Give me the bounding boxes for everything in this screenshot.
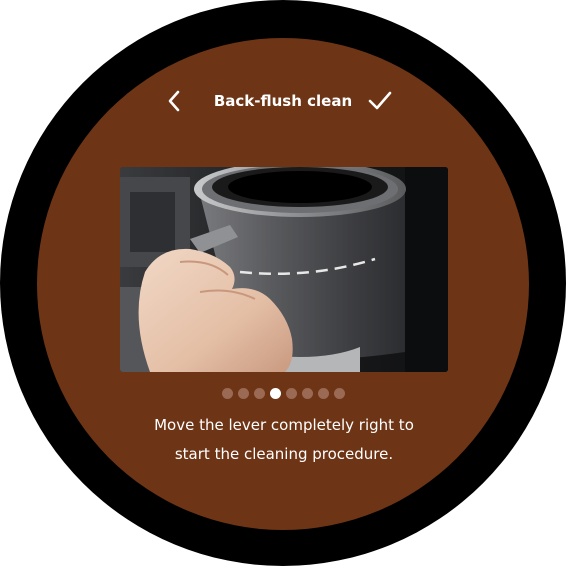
checkmark-icon [368,91,392,110]
back-button[interactable] [161,88,189,114]
step-dot[interactable] [285,388,297,399]
device-bezel: Back-flush clean Move the lever complete… [0,0,566,566]
instruction-text: Move the lever completely right to start… [154,416,414,463]
coffee-machine-lever-illustration [120,167,448,372]
step-dot[interactable] [301,388,313,399]
step-indicator [37,388,529,400]
round-screen: Back-flush clean Move the lever complete… [37,38,529,530]
step-dot[interactable] [253,388,265,399]
page-title: Back-flush clean [213,92,353,110]
step-dot[interactable] [333,388,345,399]
header: Back-flush clean [37,88,529,114]
step-dot-active[interactable] [269,388,281,399]
confirm-button[interactable] [365,88,395,114]
step-dot[interactable] [237,388,249,399]
instruction-image [120,167,448,372]
step-dot[interactable] [221,388,233,399]
step-dot[interactable] [317,388,329,399]
chevron-left-icon [168,90,180,112]
